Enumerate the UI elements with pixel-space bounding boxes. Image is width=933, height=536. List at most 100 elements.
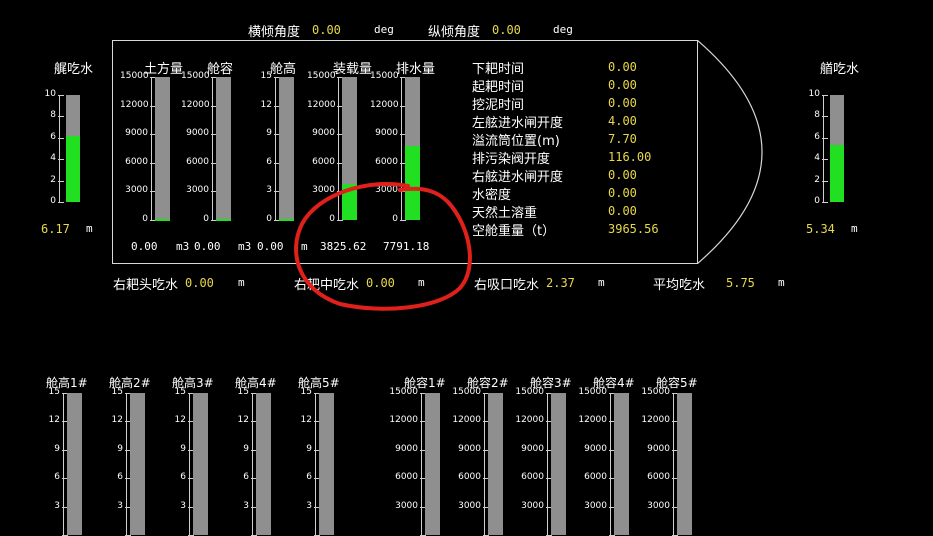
info-value: 0.00 (608, 78, 637, 92)
gauge-tick (58, 202, 64, 203)
info-value: 0.00 (608, 204, 637, 218)
gauge-tick-label: 12000 (515, 415, 544, 425)
gauge-track (677, 393, 692, 535)
gauge-tick-label: 6 (50, 132, 56, 142)
gauge-tick-label: 9 (306, 444, 312, 454)
gauge-tick-label: 9000 (312, 128, 335, 138)
info-value: 116.00 (608, 150, 652, 164)
gauge-tick-label: 15 (174, 387, 186, 397)
gauge-tick-label: 6 (243, 472, 249, 482)
stern-draft-label: 艉吃水 (54, 62, 94, 77)
gauge-tick-label: 9000 (186, 128, 209, 138)
gauge-tick-label: 0 (50, 196, 56, 206)
gauge-axis (126, 393, 127, 535)
gauge-tick-label: 6000 (584, 472, 607, 482)
gauge-tick-label: 15 (260, 71, 272, 81)
info-key: 挖泥时间 (472, 98, 525, 113)
gauge-tick-label: 12000 (307, 100, 336, 110)
gauge-tick-label: 3 (306, 501, 312, 511)
gauge-tick-label: 12 (300, 415, 312, 425)
gauge-tick-label: 3000 (584, 501, 607, 511)
gauge-tick-label: 12000 (181, 100, 210, 110)
hold-capacity-value: 0.00 (194, 240, 221, 253)
right-suction-draft-value: 2.37 (546, 276, 575, 290)
gauge-tick-label: 12 (48, 415, 60, 425)
stern-draft-value: 6.17 (41, 222, 70, 236)
gauge-tick-label: 6000 (125, 157, 148, 167)
gauge-tick-label: 0 (814, 196, 820, 206)
info-key: 左舷进水闸开度 (472, 116, 564, 131)
info-key: 起耙时间 (472, 80, 525, 95)
gauge-tick-label: 9 (266, 128, 272, 138)
gauge-axis (189, 393, 190, 535)
gauge-tick-label: 9000 (521, 444, 544, 454)
gauge-tick-label: 3000 (458, 501, 481, 511)
info-key: 天然土溶重 (472, 206, 538, 221)
gauge-tick-label: 6 (180, 472, 186, 482)
info-key: 下耙时间 (472, 62, 525, 77)
gauge-tick-label: 12000 (370, 100, 399, 110)
gauge-track (425, 393, 440, 535)
gauge-fill (66, 136, 80, 202)
gauge-tick-label: 6 (306, 472, 312, 482)
trim-unit: deg (553, 23, 573, 36)
gauge-tick-label: 9 (117, 444, 123, 454)
gauge-track (614, 393, 629, 535)
gauge-tick-label: 12000 (578, 415, 607, 425)
gauge-track (256, 393, 271, 535)
gauge-axis (151, 77, 152, 220)
gauge-tick-label: 15000 (515, 387, 544, 397)
hold-capacity-label: 舱容 (207, 62, 234, 77)
gauge-axis (63, 393, 64, 535)
bow-outline (697, 40, 763, 264)
right-head-draft-label: 右耙头吃水 (113, 278, 179, 293)
gauge-tick-label: 15000 (578, 387, 607, 397)
gauge-tick-label: 0 (203, 214, 209, 224)
gauge-fill (216, 219, 231, 221)
gauge-tick-label: 9000 (647, 444, 670, 454)
gauge-tick-label: 15 (111, 387, 123, 397)
gauge-tick-label: 12 (260, 100, 272, 110)
gauge-tick-label: 12 (111, 415, 123, 425)
gauge-tick-label: 6000 (458, 472, 481, 482)
gauge-axis (484, 393, 485, 535)
gauge-tick-label: 15000 (181, 71, 210, 81)
gauge-tick-label: 10 (44, 89, 56, 99)
gauge-fill (155, 219, 170, 221)
gauge-tick-label: 6000 (186, 157, 209, 167)
gauge-tick-label: 12000 (452, 415, 481, 425)
hold-capacity-unit: m3 (238, 240, 252, 253)
info-key: 溢流筒位置(m) (472, 134, 560, 149)
gauge-axis (212, 77, 213, 220)
hold-height-label: 舱高 (270, 62, 297, 77)
gauge-tick-label: 3000 (186, 185, 209, 195)
info-key: 空舱重量（t） (472, 224, 556, 239)
gauge-tick-label: 6000 (395, 472, 418, 482)
gauge-axis (547, 393, 548, 535)
gauge-track (155, 77, 170, 220)
displacement-label: 排水量 (396, 62, 436, 77)
load-amount-label: 装载量 (333, 62, 373, 77)
gauge-tick-label: 6 (266, 157, 272, 167)
gauge-tick-label: 15000 (641, 387, 670, 397)
gauge-axis (673, 393, 674, 535)
gauge-tick-label: 15000 (389, 387, 418, 397)
gauge-tick-label: 9000 (395, 444, 418, 454)
gauge-tick-label: 9000 (458, 444, 481, 454)
gauge-tick-label: 15 (237, 387, 249, 397)
annotation-circle (294, 181, 472, 311)
gauge-tick-label: 0 (142, 214, 148, 224)
trim-value: 0.00 (492, 23, 521, 37)
info-key: 水密度 (472, 188, 512, 203)
gauge-track (130, 393, 145, 535)
gauge-tick-label: 0 (266, 214, 272, 224)
gauge-tick-label: 9000 (584, 444, 607, 454)
gauge-axis (252, 393, 253, 535)
gauge-tick-label: 6000 (312, 157, 335, 167)
gauge-tick-label: 6000 (647, 472, 670, 482)
gauge-tick-label: 3000 (647, 501, 670, 511)
earth-volume-unit: m3 (176, 240, 190, 253)
gauge-tick-label: 9000 (375, 128, 398, 138)
gauge-tick-label: 12 (237, 415, 249, 425)
earth-volume-label: 土方量 (144, 62, 184, 77)
